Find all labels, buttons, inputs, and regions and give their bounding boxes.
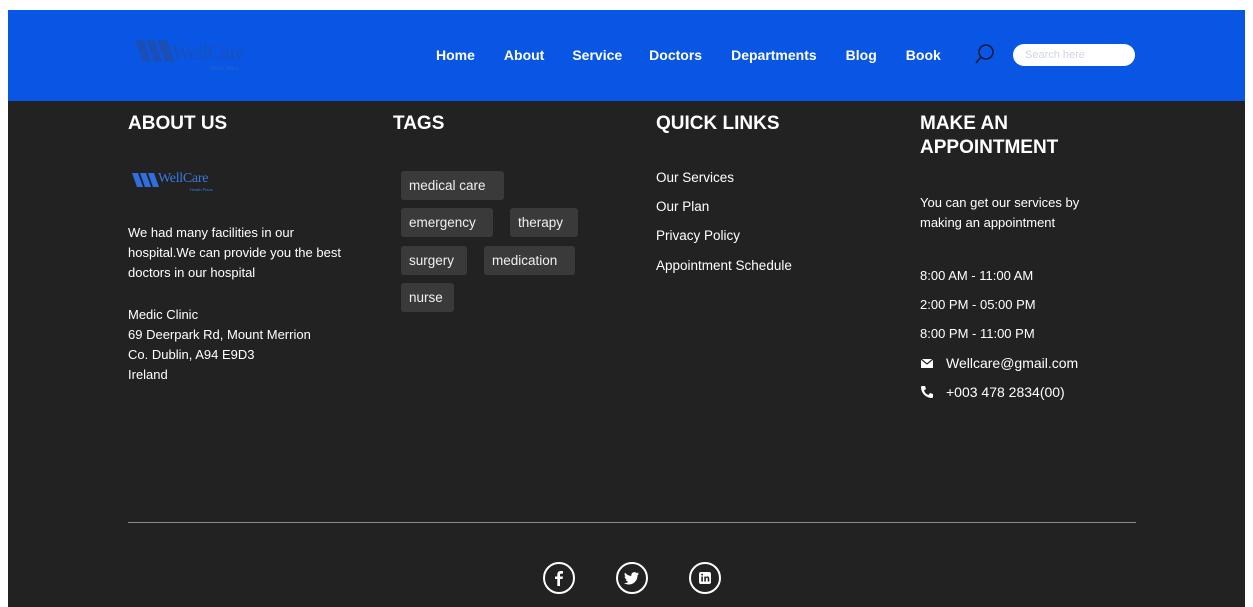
appointment-description: You can get our services by making an ap… (920, 195, 1080, 230)
nav-link-about[interactable]: About (504, 47, 544, 63)
nav-link-book[interactable]: Book (906, 47, 941, 63)
search-input[interactable] (1013, 44, 1135, 66)
address-line: Co. Dublin, A94 E9D3 (128, 347, 255, 362)
nav-links: Home About Service Doctors Departments B… (436, 47, 970, 63)
nav-link-departments[interactable]: Departments (731, 47, 817, 63)
quick-link-privacy-policy[interactable]: Privacy Policy (656, 228, 740, 243)
phone-icon (921, 386, 933, 398)
linkedin-icon (699, 572, 711, 584)
tag-nurse[interactable]: nurse (401, 283, 454, 312)
brand-name: WellCare (172, 42, 245, 64)
nav-link-service[interactable]: Service (572, 47, 622, 63)
footer-brand-logo: WellCare Health Plans (132, 170, 232, 194)
facebook-link[interactable] (543, 562, 575, 594)
twitter-link[interactable] (616, 562, 648, 594)
brand-tagline: Health Plans (210, 66, 239, 72)
address-line: Ireland (128, 367, 168, 382)
tags-heading: TAGS (393, 113, 445, 134)
quick-link-our-plan[interactable]: Our Plan (656, 199, 709, 214)
tag-therapy[interactable]: therapy (510, 208, 578, 237)
address-line: Medic Clinic (128, 307, 199, 322)
phone-number: +003 478 2834(00) (946, 384, 1065, 400)
envelope-icon (920, 358, 934, 368)
quick-link-appointment-schedule[interactable]: Appointment Schedule (656, 258, 792, 273)
contact-email[interactable]: Wellcare@gmail.com (920, 355, 1078, 371)
about-description: We had many facilities in our hospital.W… (128, 225, 341, 280)
logo-mark-icon (135, 40, 175, 62)
search-icon[interactable] (974, 43, 996, 65)
brand-logo[interactable]: WellCare Health Plans (135, 40, 265, 74)
appointment-heading: MAKE AN APPOINTMENT (920, 113, 1059, 158)
nav-link-doctors[interactable]: Doctors (649, 47, 702, 63)
tag-surgery[interactable]: surgery (401, 246, 467, 275)
footer-brand-name: WellCare (158, 171, 209, 186)
about-heading: ABOUT US (128, 113, 228, 134)
tag-medical-care[interactable]: medical care (401, 171, 504, 200)
tag-medication[interactable]: medication (484, 246, 575, 275)
nav-link-home[interactable]: Home (436, 47, 475, 63)
logo-mark-icon (132, 173, 159, 187)
nav-link-blog[interactable]: Blog (846, 47, 877, 63)
footer-brand-tagline: Health Plans (190, 187, 213, 192)
tag-emergency[interactable]: emergency (401, 208, 493, 237)
footer-divider (128, 522, 1136, 523)
facebook-icon (555, 571, 563, 586)
top-navbar: WellCare Health Plans Home About Service… (8, 10, 1245, 101)
quick-links-heading: QUICK LINKS (656, 113, 780, 134)
address-line: 69 Deerpark Rd, Mount Merrion (128, 327, 311, 342)
quick-link-our-services[interactable]: Our Services (656, 170, 734, 185)
opening-hours: 2:00 PM - 05:00 PM (920, 297, 1036, 312)
linkedin-link[interactable] (689, 562, 721, 594)
page: WellCare Health Plans Home About Service… (8, 10, 1245, 607)
clinic-address: Medic Clinic 69 Deerpark Rd, Mount Merri… (128, 305, 311, 385)
contact-phone[interactable]: +003 478 2834(00) (920, 384, 1065, 400)
twitter-icon (624, 572, 639, 585)
email-address: Wellcare@gmail.com (946, 355, 1079, 371)
opening-hours: 8:00 PM - 11:00 PM (920, 326, 1035, 341)
opening-hours: 8:00 AM - 11:00 AM (920, 268, 1034, 283)
